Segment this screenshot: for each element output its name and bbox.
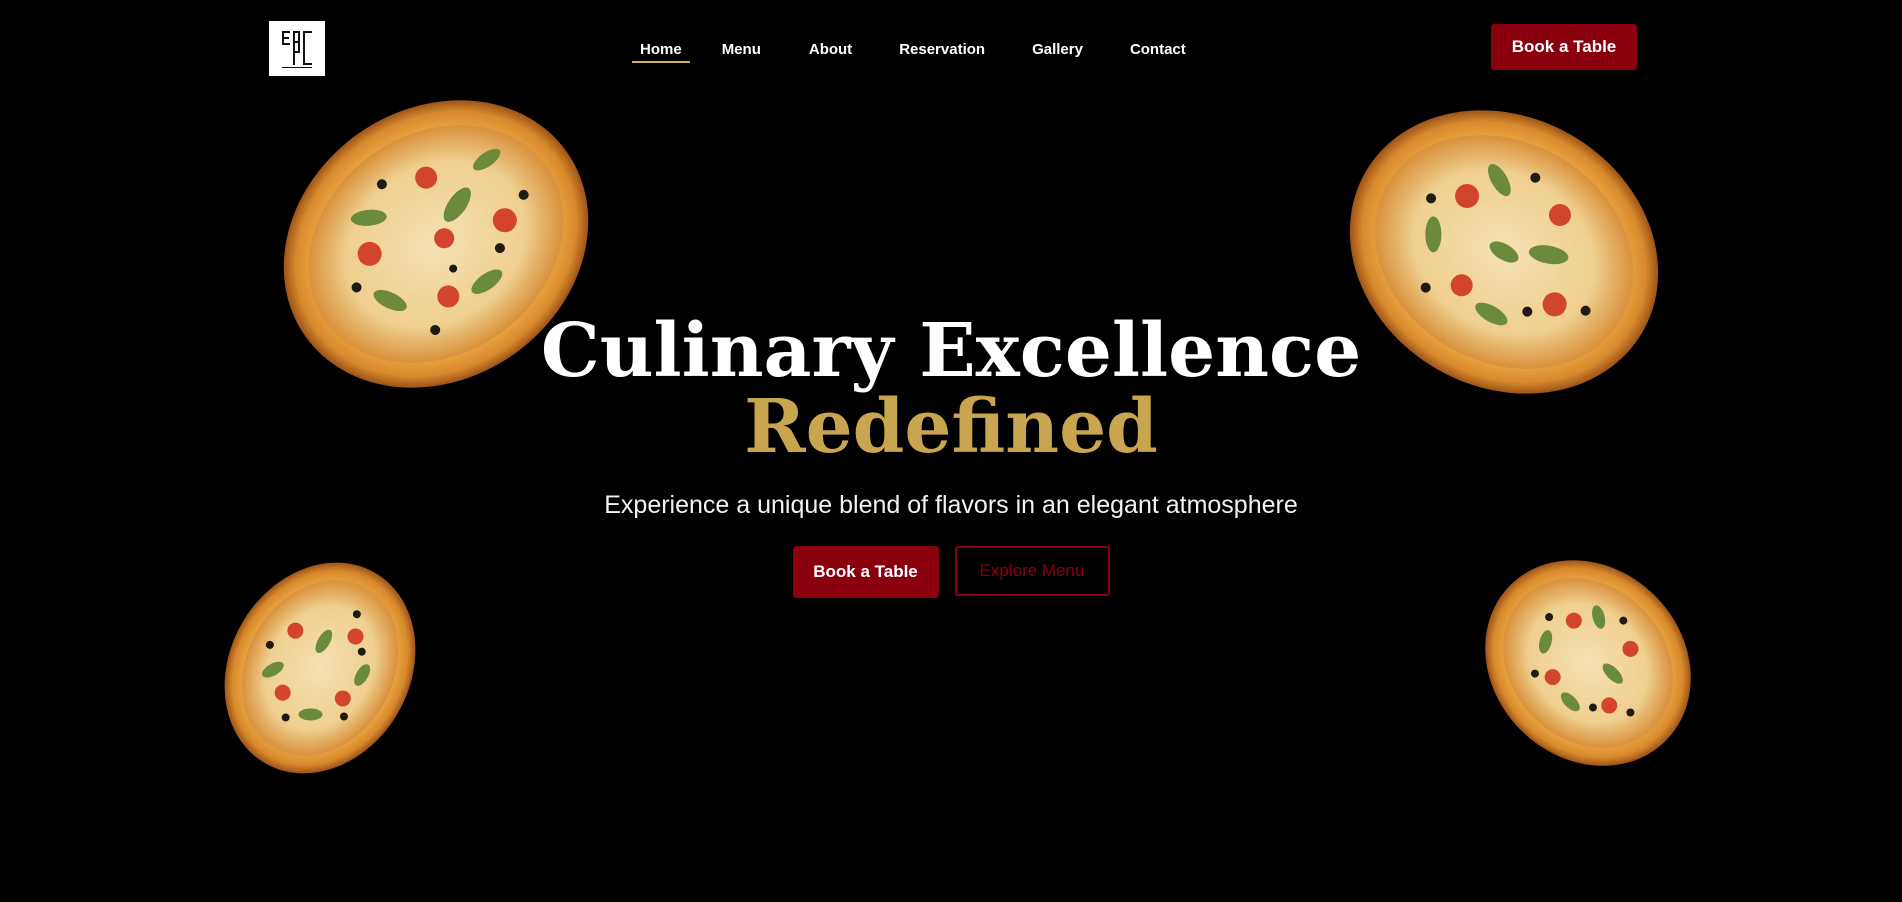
hero-title-accent: Redefined: [744, 384, 1158, 470]
header-book-table-button[interactable]: Book a Table: [1491, 24, 1637, 70]
main-nav: Home Menu About Reservation Gallery Cont…: [632, 37, 1194, 63]
hero-cta-row: Book a Table Explore Menu: [0, 546, 1902, 598]
nav-reservation[interactable]: Reservation: [891, 41, 993, 58]
hero-section: Culinary Excellence Redefined Experience…: [0, 312, 1902, 545]
hero-book-table-button[interactable]: Book a Table: [792, 546, 939, 598]
logo[interactable]: [269, 21, 325, 76]
nav-contact[interactable]: Contact: [1122, 41, 1194, 58]
hero-subtitle: Experience a unique blend of flavors in …: [604, 491, 1298, 519]
ebc-monogram-logo-icon: [282, 30, 312, 68]
nav-menu[interactable]: Menu: [714, 41, 769, 58]
explore-menu-button[interactable]: Explore Menu: [954, 546, 1110, 596]
nav-gallery[interactable]: Gallery: [1024, 41, 1091, 58]
nav-home[interactable]: Home: [632, 41, 690, 63]
nav-about[interactable]: About: [801, 41, 860, 58]
hero-title: Culinary Excellence: [540, 308, 1362, 394]
